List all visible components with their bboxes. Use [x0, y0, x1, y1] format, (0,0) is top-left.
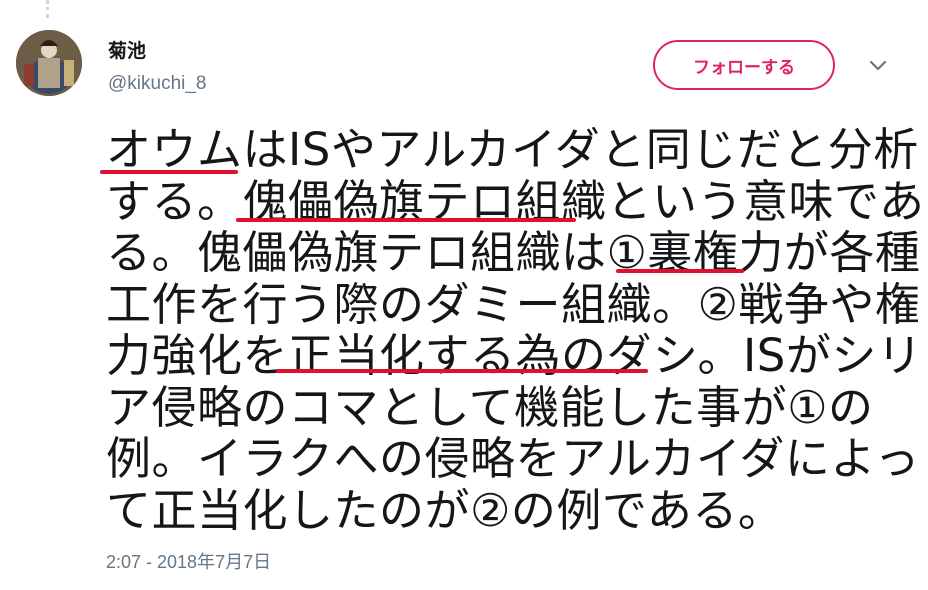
screen-name[interactable]: @kikuchi_8 [108, 73, 207, 95]
underline-annotation [276, 369, 648, 373]
tweet-line: る。傀儡偽旗テロ組織は①裏権力が各種 [106, 226, 921, 279]
tweet-line: 例。イラクへの侵略をアルカイダによっ [106, 432, 921, 485]
display-name[interactable]: 菊池 [108, 36, 146, 63]
thread-connector [46, 0, 49, 18]
tweet-text: オウムはISやアルカイダと同じだと分析 する。傀儡偽旗テロ組織という意味であ る… [106, 123, 924, 537]
follow-button[interactable]: フォローする [653, 40, 835, 90]
underline-annotation [100, 170, 238, 174]
chevron-down-icon[interactable] [866, 56, 890, 76]
tweet-line: オウムはISやアルカイダと同じだと分析 [106, 123, 919, 176]
avatar-image [16, 30, 82, 96]
underline-annotation [616, 269, 744, 273]
tweet-line: 力強化を正当化する為のダシ。ISがシリ [106, 329, 923, 382]
tweet-line: ア侵略のコマとして機能した事が①の [106, 380, 874, 434]
underline-annotation [236, 218, 576, 222]
tweet-timestamp[interactable]: 2:07 - 2018年7月7日 [106, 548, 271, 574]
tweet-line: て正当化したのが②の例である。 [106, 483, 784, 537]
tweet-line: 工作を行う際のダミー組織。②戦争や権 [106, 277, 921, 331]
tweet-card: 菊池 @kikuchi_8 フォローする オウムはISやアルカイダと同じだと分析… [0, 0, 928, 590]
avatar[interactable] [16, 30, 82, 96]
